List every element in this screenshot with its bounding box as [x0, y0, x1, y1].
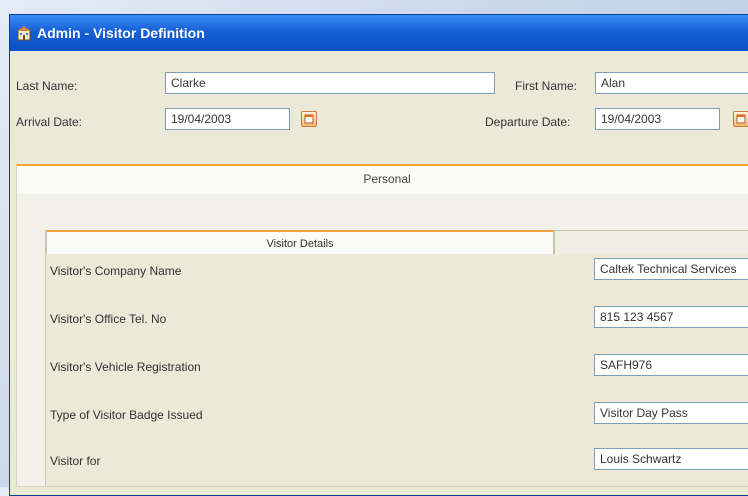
visitor-for-label: Visitor for	[50, 454, 101, 468]
personal-panel: Personal Visitor Details Visitor's Compa…	[16, 164, 748, 487]
title-bar[interactable]: Admin - Visitor Definition	[10, 15, 748, 51]
departure-date-field[interactable]: 19/04/2003	[595, 108, 720, 130]
arrival-date-field[interactable]: 19/04/2003	[165, 108, 290, 130]
first-name-label: First Name:	[515, 79, 578, 93]
calendar-icon	[304, 114, 314, 124]
building-icon	[17, 26, 31, 41]
arrival-calendar-button[interactable]	[301, 111, 317, 127]
arrival-date-label: Arrival Date:	[16, 115, 83, 129]
company-name-field[interactable]: Caltek Technical Services	[594, 258, 748, 280]
vehicle-registration-field[interactable]: SAFH976	[594, 354, 748, 376]
calendar-icon	[736, 114, 746, 124]
tab-visitor-details[interactable]: Visitor Details	[46, 230, 554, 254]
badge-type-field[interactable]: Visitor Day Pass	[594, 402, 748, 424]
last-name-field[interactable]: Clarke	[165, 72, 495, 94]
company-name-label: Visitor's Company Name	[50, 264, 182, 278]
last-name-label: Last Name:	[16, 79, 78, 93]
departure-calendar-button[interactable]	[733, 111, 748, 127]
personal-panel-title: Personal	[17, 166, 748, 194]
visitor-for-field[interactable]: Louis Schwartz	[594, 448, 748, 470]
first-name-field[interactable]: Alan	[595, 72, 748, 94]
window-title: Admin - Visitor Definition	[37, 25, 205, 41]
office-tel-field[interactable]: 815 123 4567	[594, 306, 748, 328]
tab-secondary[interactable]	[554, 230, 748, 254]
office-tel-label: Visitor's Office Tel. No	[50, 312, 167, 326]
departure-date-label: Departure Date:	[485, 115, 571, 129]
vehicle-registration-label: Visitor's Vehicle Registration	[50, 360, 201, 374]
badge-type-label: Type of Visitor Badge Issued	[50, 408, 203, 422]
visitor-details-tabset: Visitor Details Visitor's Company Name C…	[45, 230, 748, 486]
